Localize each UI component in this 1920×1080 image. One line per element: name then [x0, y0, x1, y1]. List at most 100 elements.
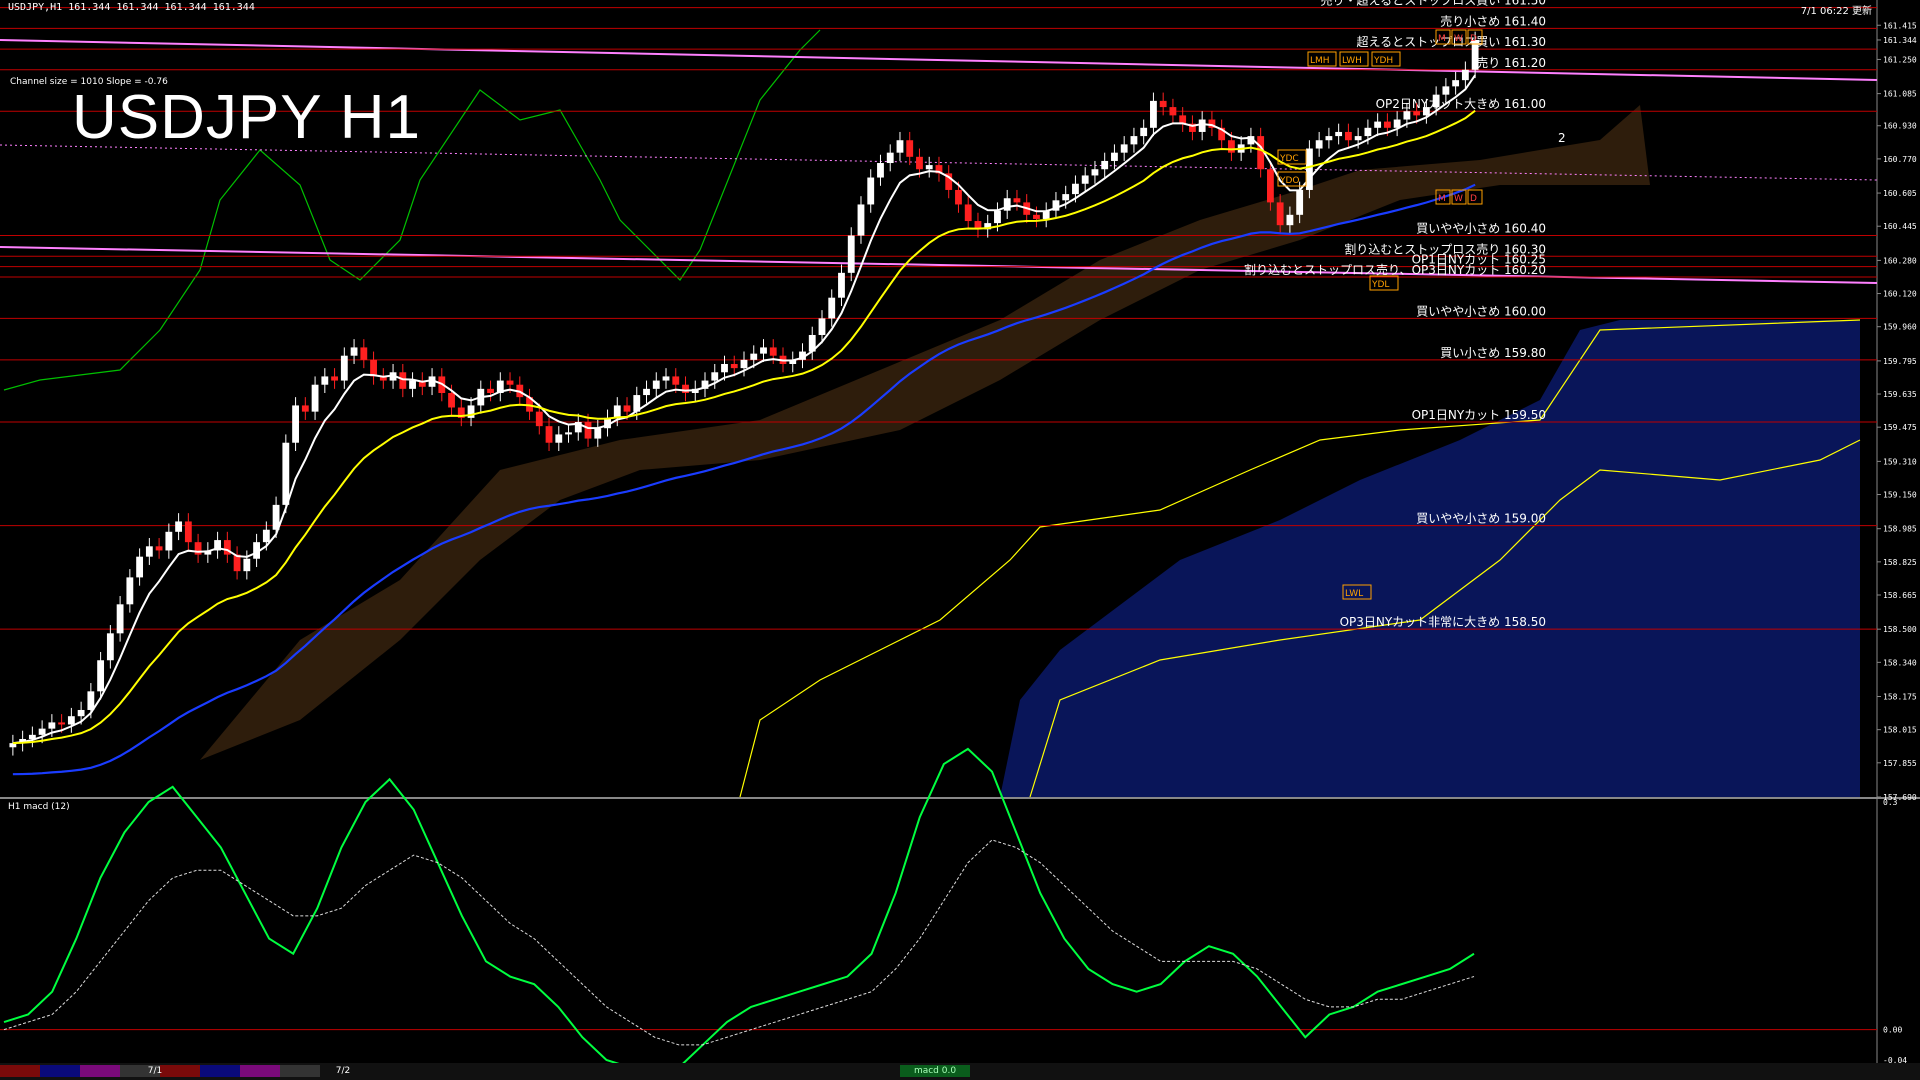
candle-body — [1344, 131, 1352, 141]
candle-body — [1169, 107, 1177, 116]
chart-header: USDJPY,H1 161.344 161.344 161.344 161.34… — [8, 2, 255, 13]
y-tick-label-11: 159.795 — [1883, 357, 1917, 366]
candle-body — [916, 156, 923, 170]
candle-body — [48, 722, 56, 729]
candle-body — [1003, 198, 1011, 211]
candle-body — [594, 428, 602, 439]
candle-body — [1081, 175, 1089, 184]
candle-body — [584, 422, 592, 439]
macd-tag[interactable]: macd 0.0 — [900, 1065, 970, 1077]
box-label-3: YDC — [1279, 154, 1299, 164]
candle-body — [87, 691, 95, 710]
candle-body — [1452, 80, 1460, 87]
candle-body — [262, 529, 270, 543]
candle-body — [964, 204, 972, 222]
y-tick-label-15: 159.150 — [1883, 491, 1917, 500]
candle-body — [545, 426, 553, 443]
candle-body — [1111, 152, 1118, 161]
candle-body — [1257, 136, 1265, 170]
candle-body — [1228, 140, 1235, 153]
timeline-segment — [40, 1065, 80, 1077]
y-tick-label-12: 159.635 — [1883, 390, 1917, 399]
candle-body — [1120, 144, 1128, 153]
candle-body — [1383, 121, 1391, 128]
level-label-9: 買いやや小さめ 160.00 — [1416, 304, 1546, 318]
candle-body — [1305, 148, 1313, 190]
candle-body — [1354, 136, 1362, 141]
candle-body — [448, 392, 455, 408]
candle-body — [1335, 131, 1343, 137]
candle-body — [886, 152, 894, 164]
macd-label: H1 macd (12) — [8, 802, 70, 812]
candle-body — [136, 556, 144, 578]
candle-body — [847, 235, 855, 273]
timeline-segment — [200, 1065, 240, 1077]
box-label-7: M — [1438, 34, 1446, 44]
y-tick-label-16: 158.985 — [1883, 525, 1917, 534]
candle-body — [555, 434, 563, 443]
candle-body — [672, 376, 680, 385]
chart-title: USDJPY H1 — [72, 83, 421, 152]
candle-body — [360, 347, 368, 360]
box-label-4: YDO — [1279, 176, 1300, 186]
misc-label: 2 — [1558, 131, 1566, 145]
candle-body — [370, 359, 377, 377]
y-tick-label-2: 161.250 — [1883, 55, 1917, 64]
candle-body — [301, 405, 309, 412]
timeline-date-label: 7/2 — [335, 1066, 351, 1076]
candle-body — [1266, 169, 1274, 203]
candle-body — [1101, 160, 1109, 170]
y-tick-label-21: 158.175 — [1883, 693, 1917, 702]
candle-body — [1286, 214, 1294, 226]
candle-body — [1296, 189, 1304, 215]
candle-body — [1198, 119, 1206, 132]
y-tick-label-13: 159.475 — [1883, 423, 1917, 432]
candle-body — [1432, 94, 1440, 108]
candle-body — [409, 380, 416, 389]
candle-body — [565, 432, 572, 435]
candle-body — [867, 177, 875, 205]
timeline-segment — [0, 1065, 40, 1077]
candle-body — [77, 709, 85, 717]
candle-body — [1276, 202, 1284, 226]
candle-body — [955, 189, 962, 205]
candle-body — [399, 372, 407, 389]
candle-body — [67, 716, 75, 725]
timeline-segment — [240, 1065, 280, 1077]
y-tick-label-22: 158.015 — [1883, 726, 1917, 735]
box-label-11: W — [1454, 194, 1463, 204]
y-tick-label-9: 160.120 — [1883, 290, 1917, 299]
candle-body — [896, 140, 904, 153]
candle-body — [38, 728, 46, 735]
candle-body — [721, 363, 728, 373]
level-label-0: 売り・超えるとストップロス買い 161.50 — [1321, 0, 1546, 8]
timeline-date-label: 7/1 — [147, 1066, 163, 1076]
candle-body — [321, 376, 329, 385]
candle-body — [750, 353, 758, 360]
candle-body — [106, 633, 114, 661]
candle-body — [652, 380, 660, 389]
candle-body — [730, 363, 738, 369]
level-label-1: 売り小さめ 161.40 — [1440, 13, 1546, 28]
candle-body — [535, 411, 543, 427]
candle-body — [1403, 111, 1411, 120]
y-tick-label-23: 157.855 — [1883, 759, 1917, 768]
candle-body — [877, 163, 884, 178]
timeline-segment — [80, 1065, 120, 1077]
candle-body — [350, 347, 358, 356]
candle-body — [340, 355, 348, 381]
box-label-1: LWH — [1342, 56, 1362, 66]
level-label-13: OP3日NYカット非常に大きめ 158.50 — [1340, 615, 1546, 629]
candle-body — [175, 521, 183, 532]
box-label-0: LMH — [1310, 56, 1330, 66]
usdjpy-chart: 売り・超えるとストップロス買い 161.50 売り小さめ 161.40 超えるとスト… — [0, 0, 1920, 1078]
candle-body — [857, 204, 865, 236]
y-tick-label-8: 160.280 — [1883, 256, 1917, 265]
macd-tick-label-0: 0.3 — [1883, 798, 1898, 807]
y-tick-label-0: 161.415 — [1883, 21, 1917, 30]
level-label-12: 買いやや小さめ 159.00 — [1416, 512, 1546, 526]
candle-body — [1364, 127, 1372, 137]
candle-body — [58, 722, 66, 725]
y-tick-label-1: 161.344 — [1883, 36, 1917, 45]
candle-body — [1315, 140, 1323, 149]
